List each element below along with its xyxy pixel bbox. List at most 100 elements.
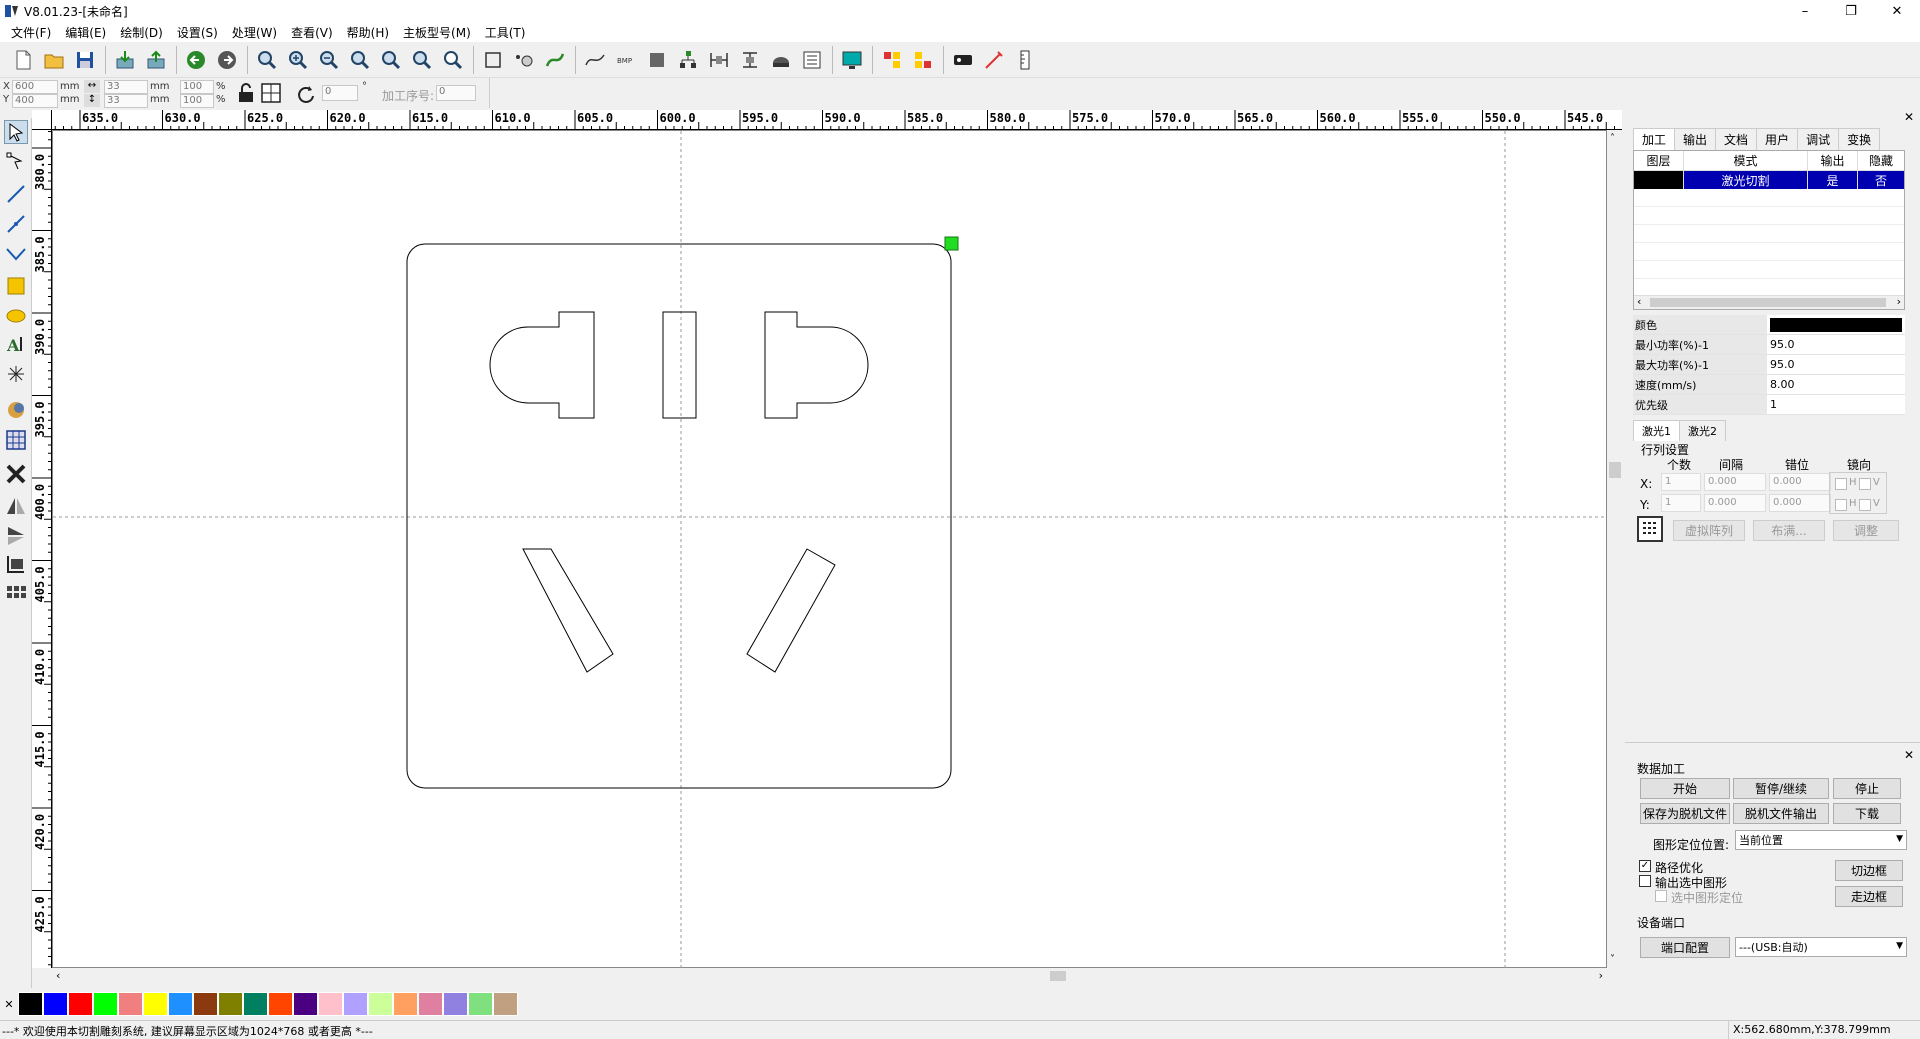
ruler-tool-icon[interactable] bbox=[1012, 46, 1038, 74]
menu-file[interactable]: 文件(F) bbox=[4, 24, 58, 41]
adjust-array-button[interactable]: 调整 bbox=[1833, 520, 1899, 541]
selection-handle[interactable] bbox=[944, 236, 959, 251]
import-icon[interactable] bbox=[112, 46, 138, 74]
distribute-v-icon[interactable] bbox=[737, 46, 763, 74]
palette-swatch[interactable] bbox=[268, 992, 293, 1016]
prop-row-max-power[interactable]: 最大功率(%)-1 95.0 bbox=[1633, 355, 1905, 375]
zoom-selection-icon[interactable] bbox=[409, 46, 435, 74]
array-x-count-input[interactable]: 1 bbox=[1661, 473, 1701, 491]
grid-align-icon[interactable] bbox=[260, 82, 282, 104]
start-button[interactable]: 开始 bbox=[1640, 778, 1730, 799]
layer-scroll-right-icon[interactable]: › bbox=[1897, 295, 1901, 308]
selected-position-checkbox[interactable] bbox=[1655, 890, 1667, 902]
scroll-right-icon[interactable]: › bbox=[1599, 969, 1603, 982]
array-y-gap-input[interactable]: 0.000 bbox=[1704, 494, 1766, 512]
palette-swatch[interactable] bbox=[418, 992, 443, 1016]
curve-icon[interactable] bbox=[582, 46, 608, 74]
fill-array-button[interactable]: 布满... bbox=[1753, 520, 1825, 541]
height-input[interactable]: 33 bbox=[104, 94, 148, 108]
x-position-input[interactable]: 600 bbox=[12, 80, 58, 94]
redo-icon[interactable] bbox=[214, 46, 240, 74]
tab-laser-2[interactable]: 激光2 bbox=[1679, 420, 1726, 441]
rotate-angle-input[interactable]: 0 bbox=[322, 85, 358, 101]
port-select[interactable]: ---(USB:自动) ▼ bbox=[1735, 937, 1907, 957]
panel-close-icon[interactable]: ✕ bbox=[1904, 110, 1914, 124]
new-file-icon[interactable] bbox=[10, 46, 36, 74]
palette-swatch[interactable] bbox=[443, 992, 468, 1016]
scroll-left-icon[interactable]: ‹ bbox=[56, 969, 60, 982]
array-tool-icon[interactable] bbox=[4, 582, 28, 606]
array-x-h-checkbox[interactable] bbox=[1835, 478, 1847, 490]
prop-color-value[interactable] bbox=[1767, 315, 1905, 334]
socket-middle-slot[interactable] bbox=[662, 311, 697, 419]
zoom-fit-icon[interactable] bbox=[347, 46, 373, 74]
palette-swatch[interactable] bbox=[393, 992, 418, 1016]
menu-draw[interactable]: 绘制(D) bbox=[113, 24, 170, 41]
curve-tool-icon[interactable] bbox=[4, 242, 28, 266]
zoom-in-icon[interactable] bbox=[285, 46, 311, 74]
grid-tool-icon[interactable] bbox=[4, 428, 28, 452]
socket-outline[interactable] bbox=[406, 243, 952, 789]
drawing-canvas[interactable] bbox=[52, 130, 1608, 969]
prop-speed-value[interactable]: 8.00 bbox=[1767, 375, 1905, 394]
no-color-icon[interactable]: ✕ bbox=[0, 998, 18, 1011]
prop-row-priority[interactable]: 优先级 1 bbox=[1633, 395, 1905, 415]
array-y-h-checkbox[interactable] bbox=[1835, 499, 1847, 511]
array-grid-icon[interactable] bbox=[1637, 516, 1663, 542]
col-mode[interactable]: 模式 bbox=[1684, 151, 1808, 170]
width-input[interactable]: 33 bbox=[104, 80, 148, 94]
mirror-horizontal-icon[interactable] bbox=[4, 494, 28, 518]
laser-pointer-icon[interactable] bbox=[981, 46, 1007, 74]
socket-bottom-left-slot[interactable] bbox=[522, 548, 614, 673]
col-layer[interactable]: 图层 bbox=[1634, 151, 1684, 170]
palette-swatch[interactable] bbox=[43, 992, 68, 1016]
horizontal-scrollbar[interactable]: ‹ › bbox=[52, 968, 1607, 984]
fill-icon[interactable] bbox=[644, 46, 670, 74]
palette-swatch[interactable] bbox=[343, 992, 368, 1016]
socket-left-slot[interactable] bbox=[489, 311, 595, 419]
layer-list-icon[interactable] bbox=[799, 46, 825, 74]
process-order-input[interactable]: 0 bbox=[436, 85, 476, 101]
rectangle-tool-icon[interactable] bbox=[4, 274, 28, 298]
tab-user[interactable]: 用户 bbox=[1756, 128, 1799, 150]
zoom-all-icon[interactable] bbox=[440, 46, 466, 74]
palette-swatch[interactable] bbox=[243, 992, 268, 1016]
prop-row-min-power[interactable]: 最小功率(%)-1 95.0 bbox=[1633, 335, 1905, 355]
bitmap-icon[interactable]: BMP bbox=[613, 46, 639, 74]
horizontal-scroll-thumb[interactable] bbox=[1050, 971, 1066, 981]
palette-swatch[interactable] bbox=[218, 992, 243, 1016]
array-y-count-input[interactable]: 1 bbox=[1661, 494, 1701, 512]
array-x-v-checkbox[interactable] bbox=[1859, 478, 1871, 490]
output-selected-checkbox[interactable] bbox=[1639, 875, 1651, 887]
menu-settings[interactable]: 设置(S) bbox=[170, 24, 225, 41]
palette-swatch[interactable] bbox=[368, 992, 393, 1016]
distribute-h-icon[interactable] bbox=[706, 46, 732, 74]
array-x-offset-input[interactable]: 0.000 bbox=[1769, 473, 1831, 491]
select-tool-icon[interactable] bbox=[4, 120, 28, 144]
port-config-button[interactable]: 端口配置 bbox=[1640, 937, 1730, 958]
zoom-icon[interactable] bbox=[254, 46, 280, 74]
layer-scroll-thumb[interactable] bbox=[1650, 298, 1886, 307]
palette-swatch[interactable] bbox=[468, 992, 493, 1016]
rotate-icon[interactable] bbox=[296, 84, 316, 104]
zoom-page-icon[interactable] bbox=[378, 46, 404, 74]
import-image-tool-icon[interactable] bbox=[4, 398, 28, 422]
polyline-tool-icon[interactable] bbox=[4, 212, 28, 236]
socket-right-slot[interactable] bbox=[764, 311, 869, 419]
prop-min-power-value[interactable]: 95.0 bbox=[1767, 335, 1905, 354]
monitor-icon[interactable] bbox=[839, 46, 865, 74]
stop-button[interactable]: 停止 bbox=[1833, 778, 1901, 799]
tree-icon[interactable] bbox=[675, 46, 701, 74]
height-lock-icon[interactable]: ↕ bbox=[84, 94, 100, 107]
menu-tools[interactable]: 工具(T) bbox=[478, 24, 533, 41]
path-optimize-checkbox[interactable]: ✓ bbox=[1639, 860, 1651, 872]
data-panel-close-icon[interactable]: ✕ bbox=[1904, 748, 1914, 762]
scroll-down-icon[interactable]: ˅ bbox=[1610, 954, 1615, 965]
array-y-offset-input[interactable]: 0.000 bbox=[1769, 494, 1831, 512]
palette-swatch[interactable] bbox=[493, 992, 518, 1016]
close-button[interactable]: ✕ bbox=[1874, 0, 1920, 22]
layer-output-cell[interactable]: 是 bbox=[1808, 171, 1858, 189]
tab-laser-1[interactable]: 激光1 bbox=[1633, 420, 1680, 441]
menu-board-model[interactable]: 主板型号(M) bbox=[396, 24, 478, 41]
frame-icon[interactable] bbox=[480, 46, 506, 74]
